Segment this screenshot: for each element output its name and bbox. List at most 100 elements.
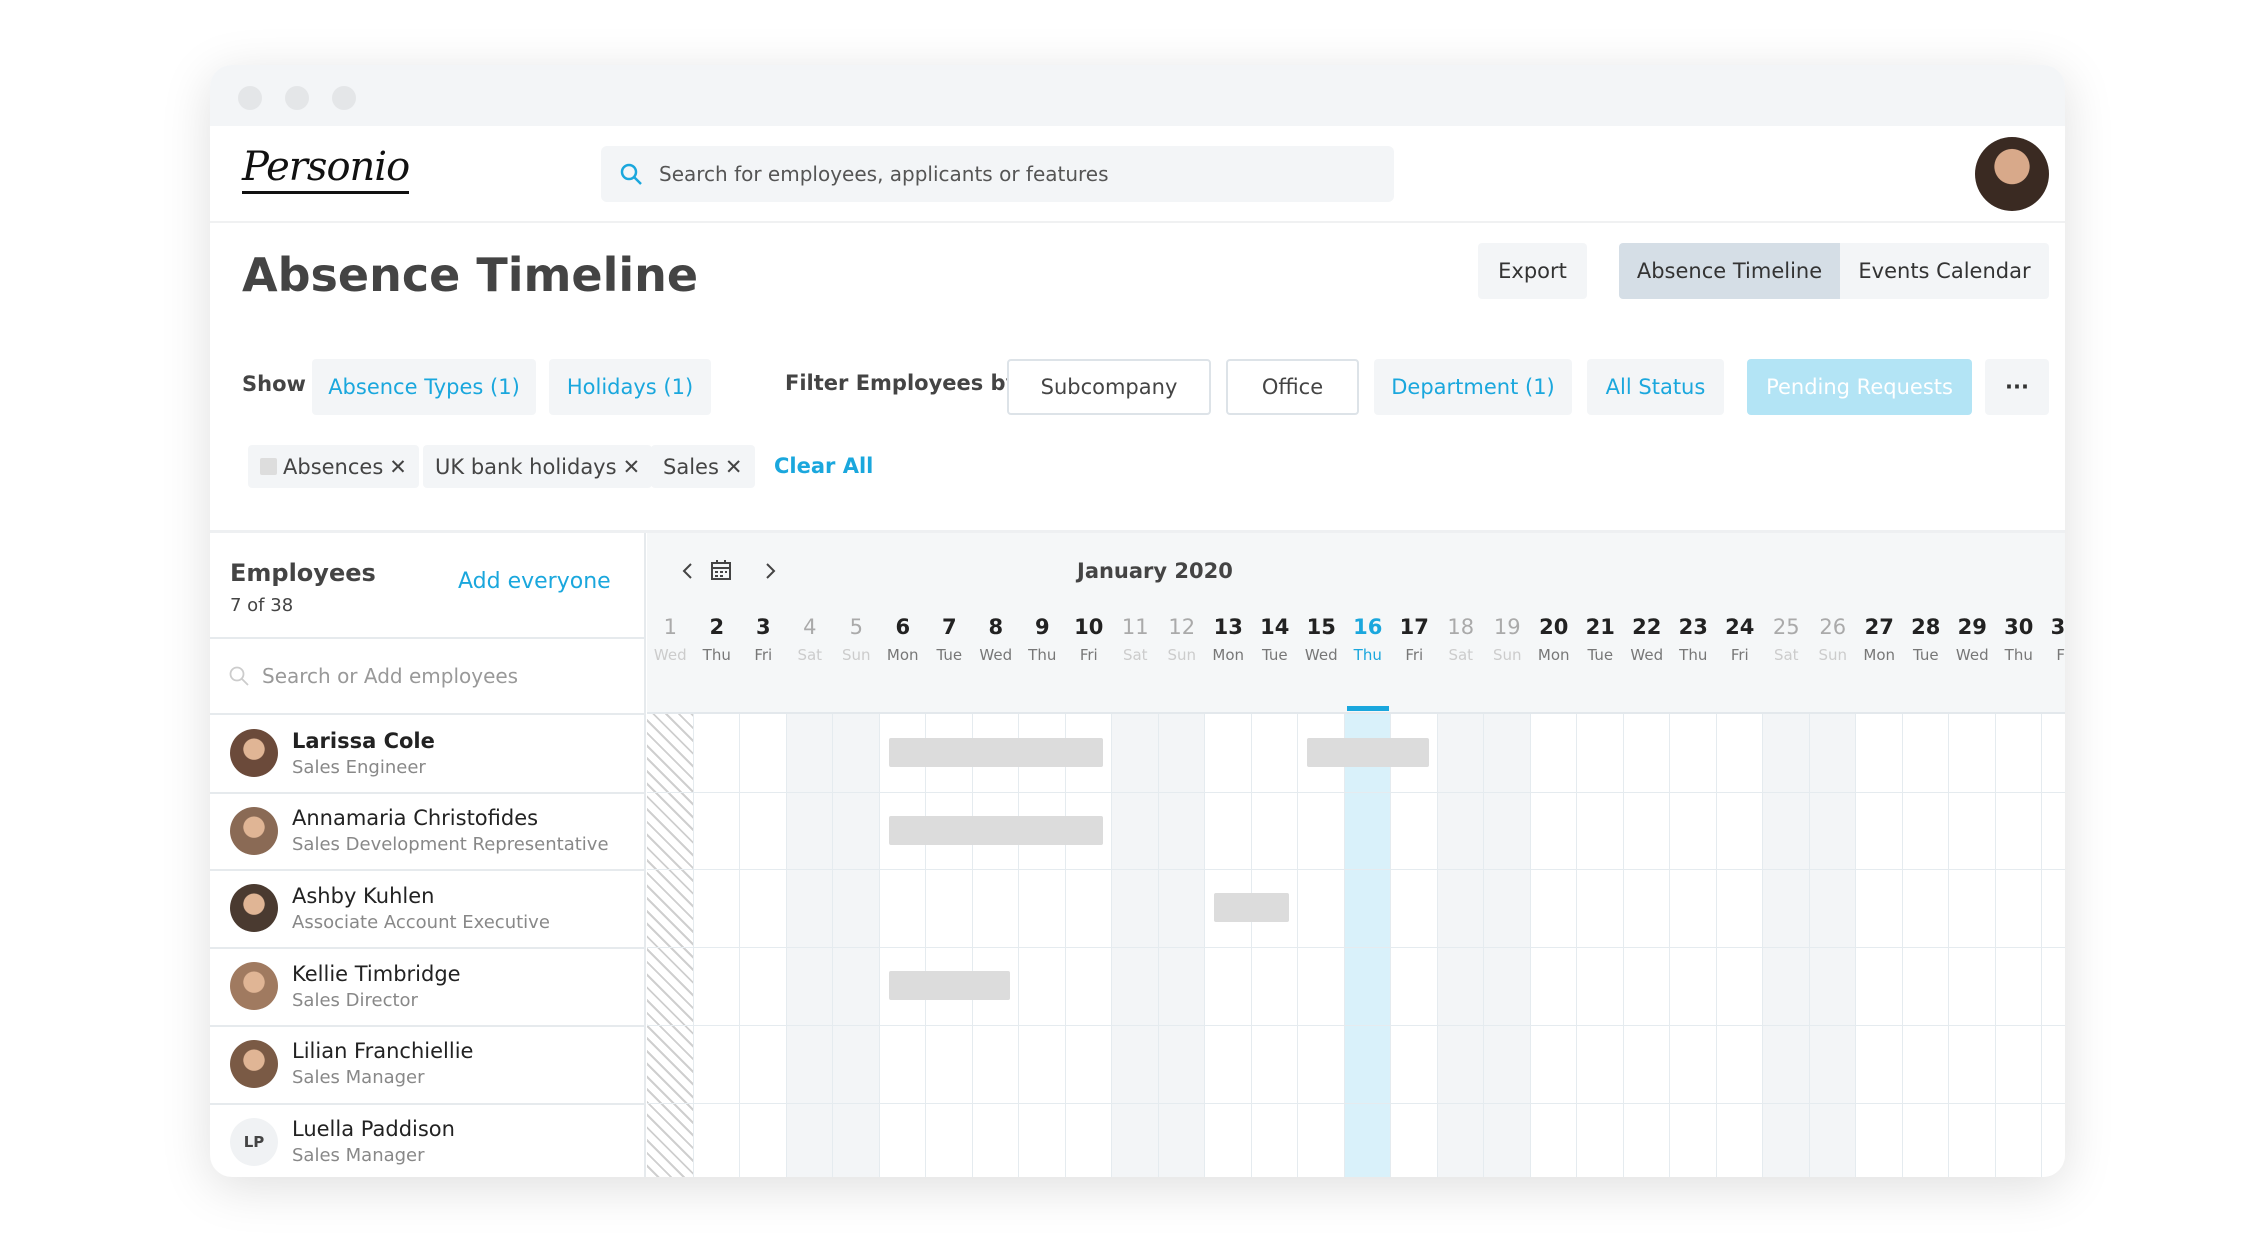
- remove-chip-icon[interactable]: ✕: [725, 455, 743, 479]
- day-column[interactable]: [693, 714, 740, 1177]
- day-column[interactable]: [1716, 714, 1763, 1177]
- remove-chip-icon[interactable]: ✕: [389, 455, 407, 479]
- day-number: 30: [2004, 615, 2034, 639]
- day-column[interactable]: [1949, 714, 1996, 1177]
- day-number: 9: [1034, 615, 1050, 639]
- day-column[interactable]: [1670, 714, 1717, 1177]
- day-column[interactable]: [1530, 714, 1577, 1177]
- window-minimize-dot[interactable]: [285, 86, 309, 110]
- day-column[interactable]: [1391, 714, 1438, 1177]
- day-column[interactable]: [1484, 714, 1531, 1177]
- day-column[interactable]: [1344, 714, 1391, 1177]
- grid-row-line: [647, 1102, 2065, 1104]
- chevron-right-icon[interactable]: [762, 561, 778, 581]
- absence-bar[interactable]: [888, 738, 1103, 767]
- day-column[interactable]: [1995, 714, 2042, 1177]
- weekday-label: Sat: [1773, 646, 1799, 664]
- day-column[interactable]: [1902, 714, 1949, 1177]
- calendar-icon[interactable]: [710, 559, 732, 581]
- day-column[interactable]: [1158, 714, 1205, 1177]
- calendar-header: January 2020 1 Wed 2 Thu 3 Fri 4 Sat 5 Sun 6 Mon 7 Tu…: [647, 533, 2065, 714]
- employee-row[interactable]: Annamaria Christofides Sales Development …: [210, 792, 646, 870]
- day-number: 17: [1399, 615, 1429, 639]
- holidays-button[interactable]: Holidays (1): [549, 359, 711, 415]
- day-column[interactable]: [833, 714, 880, 1177]
- office-filter[interactable]: Office: [1226, 359, 1359, 415]
- day-column[interactable]: [1856, 714, 1903, 1177]
- day-column[interactable]: [1112, 714, 1159, 1177]
- day-column[interactable]: [1623, 714, 1670, 1177]
- day-column[interactable]: [879, 714, 926, 1177]
- absence-bar[interactable]: [888, 815, 1103, 845]
- day-number: 3: [755, 615, 771, 639]
- search-icon: [620, 163, 642, 185]
- grid-row-line: [647, 791, 2065, 793]
- day-column[interactable]: [2042, 714, 2065, 1177]
- month-label: January 2020: [1077, 559, 1233, 583]
- day-column[interactable]: [1577, 714, 1624, 1177]
- remove-chip-icon[interactable]: ✕: [623, 455, 641, 479]
- employee-row[interactable]: LP Luella Paddison Sales Manager: [210, 1103, 646, 1178]
- chip-absences: Absences ✕: [248, 445, 419, 488]
- day-column[interactable]: [647, 714, 694, 1177]
- absence-bar[interactable]: [1214, 893, 1289, 923]
- day-number: 27: [1864, 615, 1894, 639]
- day-column[interactable]: [1251, 714, 1298, 1177]
- day-number: 12: [1168, 615, 1196, 639]
- weekday-label: Thu: [1028, 646, 1057, 664]
- grid-row-line: [647, 1024, 2065, 1026]
- weekday-label: Sun: [1492, 646, 1522, 664]
- chevron-left-icon[interactable]: [680, 561, 696, 581]
- day-column[interactable]: [1205, 714, 1252, 1177]
- subcompany-filter[interactable]: Subcompany: [1007, 359, 1211, 415]
- department-filter[interactable]: Department (1): [1374, 359, 1572, 415]
- tab-events-calendar[interactable]: Events Calendar: [1840, 243, 2049, 299]
- tab-absence-timeline[interactable]: Absence Timeline: [1619, 243, 1840, 299]
- global-search-input[interactable]: Search for employees, applicants or feat…: [601, 146, 1394, 202]
- day-column[interactable]: [972, 714, 1019, 1177]
- weekday-label: Mon: [1863, 646, 1896, 664]
- day-number: 11: [1121, 615, 1149, 639]
- pending-requests-button[interactable]: Pending Requests: [1747, 359, 1972, 415]
- employee-search-input[interactable]: Search or Add employees: [210, 639, 646, 713]
- chip-sales: Sales ✕: [651, 445, 755, 488]
- day-column[interactable]: [1019, 714, 1066, 1177]
- absence-bar[interactable]: [888, 971, 1010, 1001]
- employee-row[interactable]: Ashby Kuhlen Associate Account Executive: [210, 869, 646, 947]
- day-column[interactable]: [1065, 714, 1112, 1177]
- day-number: 20: [1539, 615, 1569, 639]
- day-column[interactable]: [1809, 714, 1856, 1177]
- day-number: 19: [1493, 615, 1521, 639]
- employee-row[interactable]: Kellie Timbridge Sales Director: [210, 947, 646, 1025]
- avatar: LP: [230, 1117, 278, 1166]
- employee-row[interactable]: Lilian Franchiellie Sales Manager: [210, 1025, 646, 1103]
- day-column[interactable]: [1763, 714, 1810, 1177]
- day-column[interactable]: [926, 714, 973, 1177]
- day-column[interactable]: [786, 714, 833, 1177]
- weekday-label: Thu: [2004, 646, 2033, 664]
- page-title: Absence Timeline: [242, 248, 699, 302]
- export-button[interactable]: Export: [1478, 243, 1587, 299]
- absence-bar[interactable]: [1307, 738, 1429, 767]
- day-column[interactable]: [1437, 714, 1484, 1177]
- window-maximize-dot[interactable]: [332, 86, 356, 110]
- personio-logo[interactable]: Personio: [242, 145, 410, 194]
- employee-row[interactable]: Larissa Cole Sales Engineer: [210, 714, 646, 792]
- more-options-button[interactable]: ···: [1985, 359, 2049, 415]
- absence-types-button[interactable]: Absence Types (1): [312, 359, 536, 415]
- employee-name: Luella Paddison: [292, 1117, 455, 1141]
- day-number: 31: [2050, 615, 2065, 639]
- chip-uk-bank-holidays: UK bank holidays ✕: [423, 445, 653, 488]
- add-everyone-link[interactable]: Add everyone: [458, 569, 611, 594]
- window-close-dot[interactable]: [238, 86, 262, 110]
- day-number: 13: [1213, 615, 1243, 639]
- day-column[interactable]: [1298, 714, 1345, 1177]
- clear-all-link[interactable]: Clear All: [774, 454, 873, 478]
- user-avatar[interactable]: [1975, 137, 2049, 211]
- day-column[interactable]: [740, 714, 787, 1177]
- grid-row-line: [647, 947, 2065, 949]
- weekday-label: Wed: [1630, 646, 1664, 664]
- status-filter[interactable]: All Status: [1587, 359, 1724, 415]
- employee-name: Ashby Kuhlen: [292, 883, 435, 908]
- weekday-label: Fri: [1405, 646, 1424, 664]
